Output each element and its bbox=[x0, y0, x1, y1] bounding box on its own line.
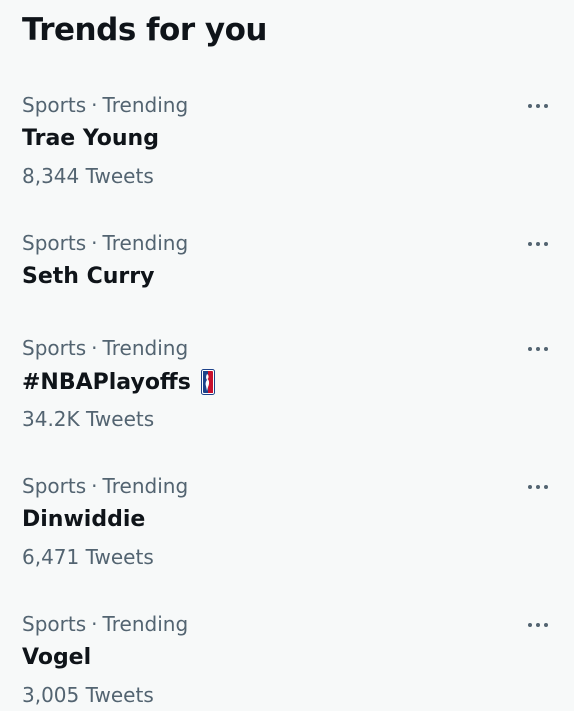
trend-name[interactable]: Seth Curry bbox=[22, 264, 154, 289]
more-horizontal-icon[interactable] bbox=[522, 477, 554, 497]
trend-name-text: Trae Young bbox=[22, 126, 159, 151]
trend-status: Trending bbox=[102, 336, 189, 360]
trend-name[interactable]: Vogel bbox=[22, 645, 91, 670]
nba-logo-icon bbox=[200, 369, 215, 395]
trend-meta: Sports · Trending bbox=[22, 231, 188, 255]
trend-name-text: #NBAPlayoffs bbox=[22, 369, 191, 395]
trend-name[interactable]: Dinwiddie bbox=[22, 507, 145, 532]
meta-separator: · bbox=[91, 231, 98, 255]
meta-separator: · bbox=[91, 336, 98, 360]
trend-name[interactable]: Trae Young bbox=[22, 126, 159, 151]
more-horizontal-icon[interactable] bbox=[522, 234, 554, 254]
trend-name-text: Vogel bbox=[22, 645, 92, 670]
more-horizontal-icon[interactable] bbox=[522, 339, 554, 359]
trend-name-text: Seth Curry bbox=[22, 264, 155, 289]
trend-category: Sports bbox=[22, 93, 87, 117]
meta-separator: · bbox=[91, 93, 98, 117]
meta-separator: · bbox=[91, 474, 98, 498]
trend-status: Trending bbox=[102, 612, 189, 636]
more-horizontal-icon[interactable] bbox=[522, 615, 554, 635]
trends-header: Trends for you bbox=[22, 12, 268, 48]
trend-meta: Sports · Trending bbox=[22, 93, 188, 117]
trend-category: Sports bbox=[22, 336, 87, 360]
trend-meta: Sports · Trending bbox=[22, 336, 188, 360]
trends-panel: Trends for you Sports · Trending Trae Youn… bbox=[0, 0, 574, 711]
trend-meta: Sports · Trending bbox=[22, 612, 188, 636]
trend-category: Sports bbox=[22, 474, 87, 498]
trend-name[interactable]: #NBAPlayoffs bbox=[22, 369, 215, 395]
trend-category: Sports bbox=[22, 231, 87, 255]
trend-tweet-count: 6,471 Tweets bbox=[22, 545, 154, 569]
trend-name-text: Dinwiddie bbox=[22, 507, 146, 532]
trend-status: Trending bbox=[102, 474, 189, 498]
trend-status: Trending bbox=[102, 231, 189, 255]
trend-category: Sports bbox=[22, 612, 87, 636]
trend-status: Trending bbox=[102, 93, 189, 117]
trend-tweet-count: 8,344 Tweets bbox=[22, 164, 154, 188]
trend-meta: Sports · Trending bbox=[22, 474, 188, 498]
more-horizontal-icon[interactable] bbox=[522, 96, 554, 116]
meta-separator: · bbox=[91, 612, 98, 636]
trend-tweet-count: 34.2K Tweets bbox=[22, 407, 155, 431]
trend-tweet-count: 3,005 Tweets bbox=[22, 683, 154, 707]
